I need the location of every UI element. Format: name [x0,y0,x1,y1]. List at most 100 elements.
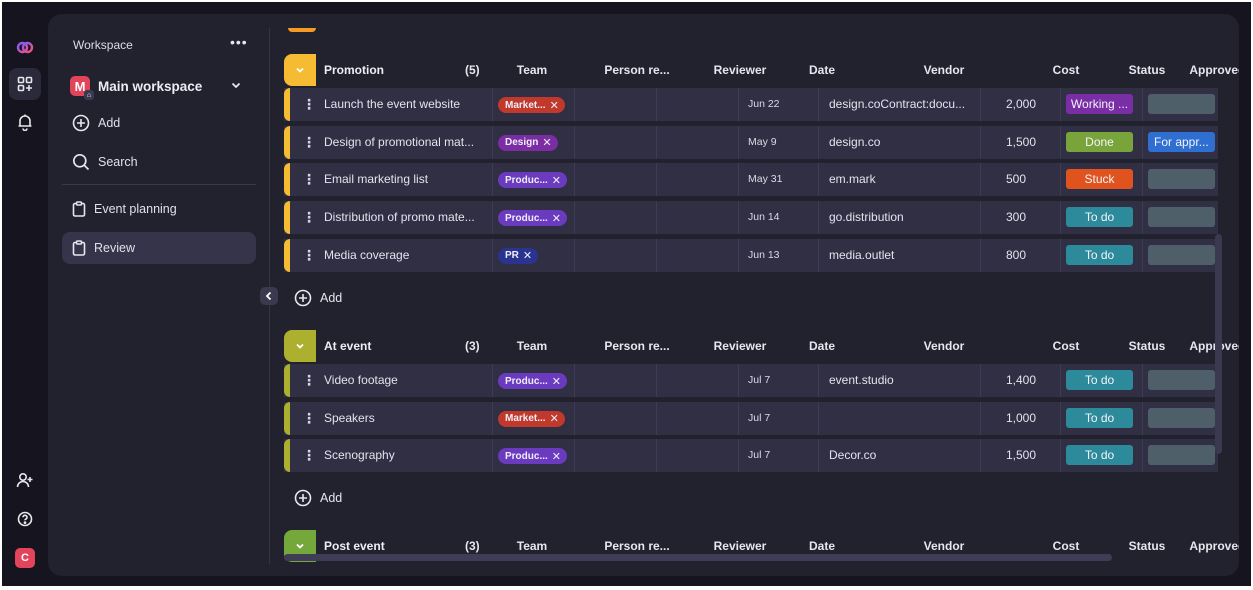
remove-tag-icon[interactable]: ✕ [552,212,561,225]
person-cell[interactable] [575,201,655,234]
sidebar-item-event-planning[interactable]: Event planning [62,193,256,225]
row-menu-icon[interactable]: ⋮ [302,247,316,264]
column-header[interactable]: Date [772,63,872,77]
reviewer-cell[interactable] [657,163,737,196]
approved-badge[interactable] [1148,94,1215,114]
approved-badge[interactable] [1148,244,1215,265]
cost-cell[interactable]: 300 [1006,210,1026,224]
bell-icon[interactable] [9,106,41,138]
team-tag[interactable]: Design ✕ [498,134,558,151]
table-row[interactable]: ⋮ Media coverage PR ✕ Jun 13 media.outlet 800 T… [284,238,1218,272]
cost-cell[interactable]: 500 [1006,172,1026,186]
row-menu-icon[interactable]: ⋮ [302,209,316,226]
date-cell[interactable]: May 9 [748,136,777,148]
item-name[interactable]: Media coverage [324,248,409,262]
cost-cell[interactable]: 2,000 [1006,97,1036,111]
team-tag[interactable]: Produc... ✕ [498,448,568,465]
table-row[interactable]: ⋮ Speakers Market... ✕ Jul 7 1,000 To do [284,401,1218,435]
column-header[interactable]: Team [482,339,582,353]
column-header[interactable]: Approved ... [1174,63,1239,77]
team-tag[interactable]: PR ✕ [498,247,539,264]
team-tag[interactable]: Market... ✕ [498,97,565,113]
person-cell[interactable] [575,239,655,272]
team-tag[interactable]: Produc... ✕ [498,210,568,227]
date-cell[interactable]: Jul 7 [748,412,770,424]
row-menu-icon[interactable]: ⋮ [302,447,316,464]
date-cell[interactable]: Jun 13 [748,249,780,261]
column-header[interactable]: Date [772,339,872,353]
team-tag[interactable]: Market... ✕ [498,410,565,427]
cost-cell[interactable]: 1,500 [1006,135,1036,149]
column-header[interactable]: Team [482,63,582,77]
reviewer-cell[interactable] [657,126,737,159]
cost-cell[interactable]: 1,000 [1006,411,1036,425]
table-row[interactable]: ⋮ Distribution of promo mate... Produc... ✕… [284,201,1218,235]
item-name[interactable]: Scenography [324,448,395,462]
cost-cell[interactable]: 1,500 [1006,448,1036,462]
reviewer-cell[interactable] [657,201,737,234]
date-cell[interactable]: Jun 14 [748,211,780,223]
person-cell[interactable] [575,439,655,472]
reviewer-cell[interactable] [657,88,737,121]
vendor-cell[interactable]: media.outlet [829,248,894,262]
vendor-cell[interactable]: event.studio [829,373,894,387]
item-name[interactable]: Speakers [324,411,375,425]
group-collapse-toggle[interactable] [284,330,316,362]
add-item-button[interactable]: Add [294,488,342,508]
vendor-cell[interactable]: Decor.co [829,448,876,462]
person-cell[interactable] [575,163,655,196]
reviewer-cell[interactable] [657,239,737,272]
column-header[interactable]: Approved ... [1174,339,1239,353]
approved-badge[interactable] [1148,207,1215,228]
approved-badge[interactable] [1148,169,1215,190]
approved-badge[interactable]: For appr... [1148,131,1215,152]
column-header[interactable]: Vendor [894,339,994,353]
status-badge[interactable]: To do [1066,244,1133,265]
team-tag[interactable]: Produc... ✕ [498,373,568,389]
group-collapse-toggle[interactable] [284,54,316,86]
row-menu-icon[interactable]: ⋮ [302,410,316,427]
table-row[interactable]: ⋮ Launch the event website Market... ✕ Jun 2… [284,88,1218,121]
row-menu-icon[interactable]: ⋮ [302,171,316,188]
vendor-cell[interactable]: em.mark [829,172,876,186]
reviewer-cell[interactable] [657,402,737,435]
group-name[interactable]: Post event [324,539,385,553]
cost-cell[interactable]: 1,400 [1006,373,1036,387]
apps-add-icon[interactable] [9,68,41,100]
remove-tag-icon[interactable]: ✕ [542,136,551,149]
approved-badge[interactable] [1148,370,1215,390]
remove-tag-icon[interactable]: ✕ [550,412,559,425]
column-header[interactable]: Person re... [587,539,687,553]
approved-badge[interactable] [1148,445,1215,466]
person-cell[interactable] [575,88,655,121]
column-header[interactable]: Team [482,539,582,553]
help-icon[interactable] [9,503,41,535]
table-row[interactable]: ⋮ Email marketing list Produc... ✕ May 31 em.… [284,163,1218,197]
column-header[interactable]: Approved ... [1174,539,1239,553]
row-menu-icon[interactable]: ⋮ [302,372,316,389]
reviewer-cell[interactable] [657,364,737,397]
approved-badge[interactable] [1148,407,1215,428]
remove-tag-icon[interactable]: ✕ [552,375,561,388]
remove-tag-icon[interactable]: ✕ [552,174,561,187]
date-cell[interactable]: Jul 7 [748,449,770,461]
team-tag[interactable]: Produc... ✕ [498,172,568,189]
person-cell[interactable] [575,126,655,159]
status-badge[interactable]: To do [1066,207,1133,228]
row-menu-icon[interactable]: ⋮ [302,96,316,113]
group-name[interactable]: Promotion [324,63,384,77]
sidebar-search-button[interactable]: Search [62,146,256,178]
vendor-cell[interactable]: design.co [829,135,880,149]
item-name[interactable]: Video footage [324,373,398,387]
workspace-selector[interactable]: M ⌂ Main workspace [70,74,250,100]
remove-tag-icon[interactable]: ✕ [523,249,532,262]
sidebar-add-button[interactable]: Add [62,107,256,139]
invite-user-icon[interactable] [9,464,41,496]
vendor-cell[interactable]: go.distribution [829,210,904,224]
remove-tag-icon[interactable]: ✕ [550,99,559,112]
item-name[interactable]: Distribution of promo mate... [324,210,475,224]
remove-tag-icon[interactable]: ✕ [552,450,561,463]
person-cell[interactable] [575,402,655,435]
status-badge[interactable]: To do [1066,407,1133,428]
column-header[interactable]: Date [772,539,872,553]
